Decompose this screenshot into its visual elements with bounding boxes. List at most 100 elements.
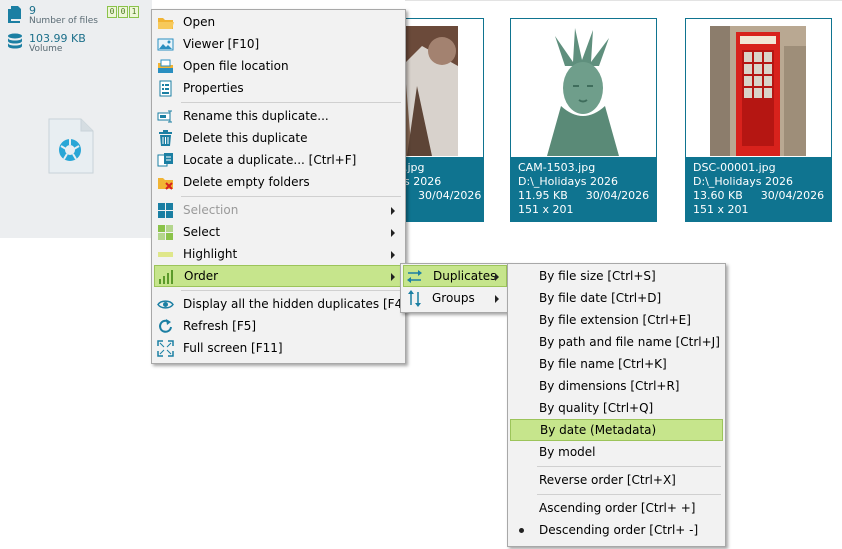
thumbnail-caption: CAM-1503.jpg D:\_Holidays 2026 11.95 KB 3… (511, 157, 656, 221)
order-by-file-size[interactable]: By file size [Ctrl+S] (510, 265, 723, 287)
menu-separator (181, 102, 401, 103)
menu-item-label: Full screen [F11] (183, 341, 283, 355)
folder-open-icon (158, 18, 174, 29)
summary-panel: 9 Number of files 0 0 1 103.99 KB Volume (0, 0, 152, 238)
selection-grid-icon (158, 203, 173, 218)
menu-item-label: Duplicates (433, 269, 497, 283)
selected-radio-dot-icon (519, 528, 524, 533)
file-name: DSC-00001.jpg (693, 161, 776, 174)
thumbnail-card[interactable]: CAM-1503.jpg D:\_Holidays 2026 11.95 KB 3… (510, 18, 657, 222)
context-menu: Open Viewer [F10] Open file location Pro… (151, 9, 407, 364)
menu-item-label: Rename this duplicate... (183, 109, 329, 123)
order-by-date-metadata[interactable]: By date (Metadata) (510, 419, 723, 441)
submenu-arrow-icon (391, 273, 395, 281)
order-by-model[interactable]: By model (510, 441, 723, 463)
duplicates-order-submenu: By file size [Ctrl+S] By file date [Ctrl… (507, 263, 726, 547)
refresh-icon (159, 319, 172, 333)
highlight-icon (158, 252, 173, 257)
menu-item-label: Reverse order [Ctrl+X] (539, 473, 676, 487)
submenu-item-groups[interactable]: Groups (403, 287, 507, 309)
menu-item-refresh[interactable]: Refresh [F5] (154, 315, 403, 337)
menu-item-selection[interactable]: Selection (154, 199, 403, 221)
order-by-path-and-file-name[interactable]: By path and file name [Ctrl+J] (510, 331, 723, 353)
menu-item-properties[interactable]: Properties (154, 77, 403, 99)
menu-item-locate-duplicate[interactable]: Locate a duplicate... [Ctrl+F] (154, 149, 403, 171)
menu-item-label: Select (183, 225, 221, 239)
menu-item-highlight[interactable]: Highlight (154, 243, 403, 265)
file-path: D:\_Holidays 2026 (693, 175, 793, 188)
volume-label: Volume (29, 44, 63, 54)
database-icon (8, 33, 22, 49)
descending-order[interactable]: Descending order [Ctrl+ -] (510, 519, 723, 541)
order-by-file-date[interactable]: By file date [Ctrl+D] (510, 287, 723, 309)
sort-arrows-icon (408, 290, 421, 307)
submenu-arrow-icon (495, 295, 499, 303)
thumbnail-caption: DSC-00001.jpg D:\_Holidays 2026 13.60 KB… (686, 157, 831, 221)
menu-item-label: Ascending order [Ctrl+ +] (539, 501, 696, 515)
menu-item-label: Groups (432, 291, 475, 305)
menu-item-order[interactable]: Order (154, 265, 403, 287)
select-grid-icon (158, 225, 173, 240)
menu-item-label: By file size [Ctrl+S] (539, 269, 656, 283)
files-count: 9 (29, 4, 36, 17)
file-dimensions: 151 x 201 (518, 203, 574, 216)
menu-item-label: By model (539, 445, 596, 459)
menu-separator (537, 494, 721, 495)
file-date: 30/04/2026 (760, 189, 825, 202)
image-file-icon (48, 118, 94, 174)
menu-item-delete-duplicate[interactable]: Delete this duplicate (154, 127, 403, 149)
swap-arrows-icon (407, 270, 422, 283)
order-by-file-extension[interactable]: By file extension [Ctrl+E] (510, 309, 723, 331)
volume-value: 103.99 KB (29, 32, 86, 45)
fullscreen-icon (157, 340, 174, 357)
order-by-dimensions[interactable]: By dimensions [Ctrl+R] (510, 375, 723, 397)
menu-separator (181, 196, 401, 197)
view-top-border (405, 0, 842, 1)
bar-chart-icon (159, 270, 173, 284)
reverse-order[interactable]: Reverse order [Ctrl+X] (510, 469, 723, 491)
locate-icon (157, 153, 173, 167)
menu-item-label: Descending order [Ctrl+ -] (539, 523, 699, 537)
ascending-order[interactable]: Ascending order [Ctrl+ +] (510, 497, 723, 519)
folder-delete-icon (158, 178, 173, 190)
menu-item-full-screen[interactable]: Full screen [F11] (154, 337, 403, 359)
file-size-date: 13.60 KB 30/04/2026 (693, 189, 831, 203)
file-dimensions: 151 x 201 (693, 203, 749, 216)
image-viewer-icon (157, 38, 174, 51)
volume-row: 103.99 KB Volume (7, 33, 86, 54)
thumbnail-card[interactable]: DSC-00001.jpg D:\_Holidays 2026 13.60 KB… (685, 18, 832, 222)
files-icon (8, 6, 21, 23)
menu-item-open[interactable]: Open (154, 11, 403, 33)
menu-item-label: Open (183, 15, 216, 29)
order-by-quality[interactable]: By quality [Ctrl+Q] (510, 397, 723, 419)
menu-item-select[interactable]: Select (154, 221, 403, 243)
file-size: 13.60 KB (693, 189, 743, 202)
menu-item-label: Properties (183, 81, 244, 95)
menu-item-label: Highlight (183, 247, 238, 261)
submenu-arrow-icon (495, 273, 499, 281)
menu-item-label: Refresh [F5] (183, 319, 257, 333)
file-path: D:\_Holidays 2026 (518, 175, 618, 188)
trash-icon (159, 130, 172, 146)
menu-item-label: By date (Metadata) (540, 423, 657, 437)
menu-item-label: By file extension [Ctrl+E] (539, 313, 691, 327)
file-name: CAM-1503.jpg (518, 161, 596, 174)
rename-icon (157, 110, 172, 123)
order-by-file-name[interactable]: By file name [Ctrl+K] (510, 353, 723, 375)
file-size-date: 11.95 KB 30/04/2026 (518, 189, 656, 203)
menu-item-label: Delete empty folders (183, 175, 310, 189)
menu-item-delete-empty-folders[interactable]: Delete empty folders (154, 171, 403, 193)
menu-item-rename-duplicate[interactable]: Rename this duplicate... (154, 105, 403, 127)
submenu-arrow-icon (391, 207, 395, 215)
menu-item-label: Viewer [F10] (183, 37, 260, 51)
submenu-item-duplicates[interactable]: Duplicates (403, 265, 507, 287)
menu-item-open-file-location[interactable]: Open file location (154, 55, 403, 77)
order-submenu: Duplicates Groups (400, 263, 510, 313)
menu-item-label: Open file location (183, 59, 289, 73)
menu-item-display-hidden-duplicates[interactable]: Display all the hidden duplicates [F4] (154, 293, 407, 315)
menu-separator (537, 466, 721, 467)
menu-item-label: Order (184, 269, 219, 283)
menu-item-viewer[interactable]: Viewer [F10] (154, 33, 403, 55)
menu-item-label: By file date [Ctrl+D] (539, 291, 662, 305)
eye-icon (157, 300, 174, 309)
